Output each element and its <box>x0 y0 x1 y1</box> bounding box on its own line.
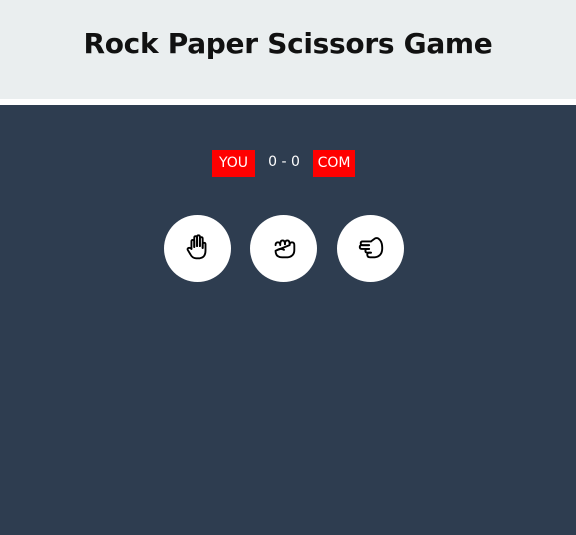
score-display: 0 - 0 <box>268 154 300 170</box>
computer-label: COM <box>313 150 355 177</box>
hand-scissors-icon <box>356 232 386 266</box>
hand-paper-icon <box>183 232 213 266</box>
hand-rock-icon <box>269 232 299 266</box>
page-title: Rock Paper Scissors Game <box>83 26 493 60</box>
player-label: YOU <box>212 150 255 177</box>
scissors-button[interactable] <box>337 215 404 282</box>
paper-button[interactable] <box>164 215 231 282</box>
game-area: YOU 0 - 0 COM <box>0 105 576 535</box>
rock-button[interactable] <box>250 215 317 282</box>
header: Rock Paper Scissors Game <box>0 0 576 99</box>
